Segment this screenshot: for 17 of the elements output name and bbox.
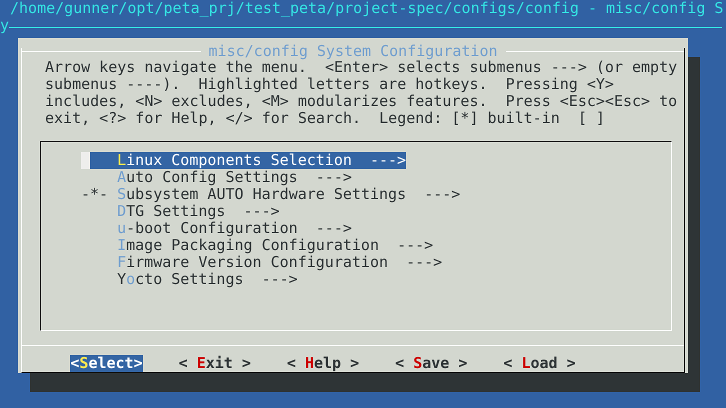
menu-item[interactable]: Yocto Settings ---> (81, 271, 298, 288)
dialog-button[interactable]: < Help > (286, 355, 360, 372)
dialog-button[interactable]: < Load > (503, 355, 576, 372)
menu-item[interactable]: Linux Components Selection ---> (81, 152, 406, 169)
help-text: Arrow keys navigate the menu. <Enter> selects submenus ---> (or empty submenus ----). Highlighted letters are hotkeys. Pressing <Y> includes, <N> excludes, <M> modularizes features. Press <Esc><Esc> to exit, <?> for Help, </> for Search. Legend: [*] built-in [ ] (45, 59, 678, 127)
menu-item[interactable]: Auto Config Settings ---> (81, 169, 352, 186)
window-title: y (0, 17, 10, 34)
dialog-button[interactable]: < Exit > (178, 355, 251, 372)
dialog-title: misc/config System Configuration (208, 44, 498, 58)
dialog-button[interactable]: < Save > (395, 355, 468, 372)
menu-item[interactable]: DTG Settings ---> (81, 203, 280, 220)
menu-item[interactable]: Firmware Version Configuration ---> (81, 254, 442, 271)
menu-item[interactable]: u-boot Configuration ---> (81, 220, 352, 237)
window-title: /home/gunner/opt/peta_prj/test_peta/project-spec/configs/config - misc/config S (9, 0, 724, 17)
menu-item[interactable]: Image Packaging Configuration ---> (81, 237, 434, 254)
dialog-button[interactable]: <Select> (70, 355, 143, 372)
menu-item[interactable]: -*- Subsystem AUTO Hardware Settings ---> (81, 186, 460, 203)
